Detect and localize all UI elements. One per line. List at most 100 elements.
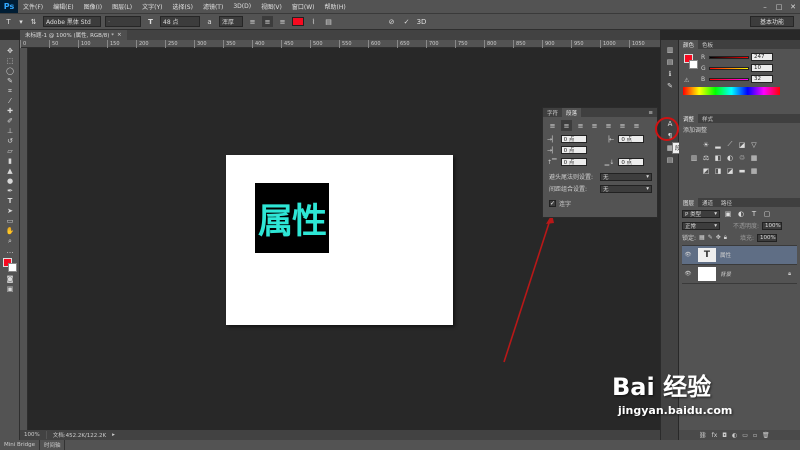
font-size-field[interactable]: 48 点 xyxy=(160,16,200,27)
tab-timeline[interactable]: 时间轴 xyxy=(40,440,66,450)
g-slider[interactable] xyxy=(709,67,749,70)
eyedropper-tool-icon[interactable]: ⁄ xyxy=(0,96,20,106)
preset-dropdown-icon[interactable]: ▾ xyxy=(18,16,24,27)
para-align-left-icon[interactable]: ≡ xyxy=(547,120,558,131)
styles-panel-icon[interactable]: ▤ xyxy=(661,154,679,166)
3d-icon[interactable]: 3D xyxy=(416,16,427,27)
pen-tool-icon[interactable]: ✒ xyxy=(0,186,20,196)
menu-image[interactable]: 图像(I) xyxy=(79,2,107,11)
zoom-level[interactable]: 100% xyxy=(24,432,40,438)
gradient-map-icon[interactable]: ▬ xyxy=(737,166,747,175)
menu-layer[interactable]: 图层(L) xyxy=(107,2,137,11)
cancel-edit-icon[interactable]: ⊘ xyxy=(386,16,397,27)
lasso-tool-icon[interactable]: ◯ xyxy=(0,66,20,76)
type-tool-icon[interactable]: T xyxy=(0,196,20,206)
posterize-icon[interactable]: ◨ xyxy=(713,166,723,175)
font-family-select[interactable]: Adobe 黑体 Std xyxy=(43,16,101,27)
new-adjustment-icon[interactable]: ◐ xyxy=(732,432,737,439)
mojikumi-select[interactable]: 无 ▾ xyxy=(600,184,652,193)
menu-select[interactable]: 选择(S) xyxy=(167,2,198,11)
info-panel-icon[interactable]: ℹ xyxy=(661,68,679,80)
filter-adjust-icon[interactable]: ◐ xyxy=(736,209,746,218)
history-panel-icon[interactable]: ▥ xyxy=(661,44,679,56)
tab-swatches[interactable]: 色板 xyxy=(698,40,717,49)
g-field[interactable]: 10 xyxy=(751,64,773,72)
b-slider[interactable] xyxy=(709,78,749,81)
stamp-tool-icon[interactable]: ⊥ xyxy=(0,126,20,136)
kinsoku-select[interactable]: 无 ▾ xyxy=(600,172,652,181)
brightness-icon[interactable]: ☀ xyxy=(701,140,711,149)
selective-color-icon[interactable]: ▦ xyxy=(749,166,759,175)
gradient-tool-icon[interactable]: ▮ xyxy=(0,156,20,166)
delete-layer-icon[interactable]: 🗑︎ xyxy=(762,432,770,439)
document-canvas[interactable]: 属性 xyxy=(226,155,453,325)
justify-last-center-icon[interactable]: ≡ xyxy=(603,120,614,131)
tab-style[interactable]: 样式 xyxy=(698,114,717,123)
opacity-field[interactable]: 100% xyxy=(762,221,783,230)
new-group-icon[interactable]: ▭ xyxy=(742,432,748,439)
lock-all-icon[interactable]: 🔒︎ xyxy=(724,234,727,242)
align-left-icon[interactable]: ≡ xyxy=(247,16,258,27)
brush-panel-icon[interactable]: ✎ xyxy=(661,80,679,92)
dodge-tool-icon[interactable]: ● xyxy=(0,176,20,186)
levels-icon[interactable]: ▂ xyxy=(713,140,723,149)
black-white-icon[interactable]: ◧ xyxy=(713,153,723,162)
tab-mini-bridge[interactable]: Mini Bridge xyxy=(0,440,40,450)
background-color-swatch[interactable] xyxy=(8,263,17,272)
antialias-select[interactable]: 浑厚 xyxy=(219,16,243,27)
document-tab[interactable]: 未标题-1 @ 100% (属性, RGB/8) * × xyxy=(20,30,127,40)
r-field[interactable]: 247 xyxy=(751,53,773,61)
vibrance-icon[interactable]: ▽ xyxy=(749,140,759,149)
text-layer-content[interactable]: 属性 xyxy=(255,183,329,253)
properties-panel-icon[interactable]: ▤ xyxy=(661,56,679,68)
menu-help[interactable]: 帮助(H) xyxy=(320,2,351,11)
panel-menu-icon[interactable]: ≡ xyxy=(644,108,657,117)
menu-type[interactable]: 文字(Y) xyxy=(137,2,167,11)
quick-mask-icon[interactable]: ◙ xyxy=(0,274,20,284)
status-menu-icon[interactable]: ▸ xyxy=(112,432,115,438)
type-tool-preset-icon[interactable]: T xyxy=(3,16,14,27)
curves-icon[interactable]: ⟋ xyxy=(725,140,735,149)
r-slider[interactable] xyxy=(709,56,749,59)
add-mask-icon[interactable]: ◘ xyxy=(722,432,727,439)
font-style-select[interactable]: - xyxy=(105,16,141,27)
invert-icon[interactable]: ◩ xyxy=(701,166,711,175)
filter-pixel-icon[interactable]: ▣ xyxy=(723,209,733,218)
minimize-icon[interactable]: – xyxy=(758,0,772,13)
visibility-eye-icon[interactable]: 👁︎ xyxy=(682,271,694,277)
filter-type-icon[interactable]: T xyxy=(749,209,759,218)
history-brush-icon[interactable]: ↺ xyxy=(0,136,20,146)
tab-channels[interactable]: 通道 xyxy=(698,198,717,207)
hue-saturation-icon[interactable]: ▥ xyxy=(689,153,699,162)
para-align-center-icon[interactable]: ≡ xyxy=(561,120,572,131)
tab-character[interactable]: 字符 xyxy=(543,108,562,117)
color-spectrum-bar[interactable] xyxy=(683,87,780,95)
tab-paths[interactable]: 路径 xyxy=(717,198,736,207)
space-before-field[interactable]: 0 点 xyxy=(560,158,587,166)
tab-layers[interactable]: 图层 xyxy=(679,198,699,207)
screen-mode-icon[interactable]: ▣ xyxy=(0,284,20,294)
photo-filter-icon[interactable]: ◐ xyxy=(725,153,735,162)
eraser-tool-icon[interactable]: ▱ xyxy=(0,146,20,156)
lock-paint-icon[interactable]: ✎ xyxy=(708,234,713,241)
restore-icon[interactable]: □ xyxy=(772,0,786,13)
exposure-icon[interactable]: ◪ xyxy=(737,140,747,149)
hand-tool-icon[interactable]: ✋ xyxy=(0,226,20,236)
menu-3d[interactable]: 3D(D) xyxy=(228,3,256,10)
close-icon[interactable]: ✕ xyxy=(786,0,800,13)
marquee-tool-icon[interactable]: ⬚ xyxy=(0,56,20,66)
orientation-toggle-icon[interactable]: ⇅ xyxy=(28,16,39,27)
crop-tool-icon[interactable]: ⌗ xyxy=(0,86,20,96)
menu-filter[interactable]: 滤镜(T) xyxy=(198,2,228,11)
menu-edit[interactable]: 编辑(E) xyxy=(48,2,78,11)
color-background-swatch[interactable] xyxy=(689,60,698,69)
blur-tool-icon[interactable]: ▲ xyxy=(0,166,20,176)
tab-adjust[interactable]: 调整 xyxy=(679,114,699,123)
shape-tool-icon[interactable]: ▭ xyxy=(0,216,20,226)
path-select-tool-icon[interactable]: ➤ xyxy=(0,206,20,216)
align-right-icon[interactable]: ≡ xyxy=(277,16,288,27)
quick-select-tool-icon[interactable]: ✎ xyxy=(0,76,20,86)
text-color-swatch[interactable] xyxy=(292,17,304,26)
blend-mode-select[interactable]: 正常 ▾ xyxy=(682,221,720,230)
layer-name[interactable]: 背景 xyxy=(720,270,731,278)
